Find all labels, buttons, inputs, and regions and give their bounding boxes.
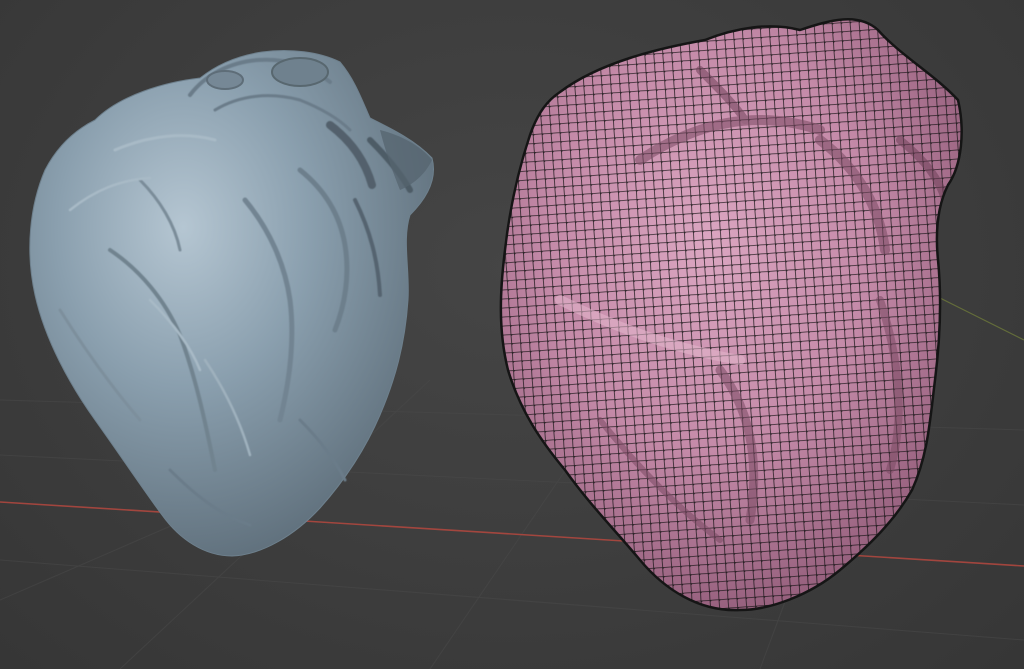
- heart-solid-model[interactable]: [29, 49, 434, 557]
- heart-solid-vessel-opening-2: [206, 70, 244, 90]
- heart-solid-vessel-opening: [271, 57, 329, 87]
- heart-wireframe-mesh: [500, 19, 962, 611]
- 3d-viewport[interactable]: [0, 0, 1024, 669]
- y-axis-line: [939, 297, 1024, 341]
- viewport-canvas[interactable]: [0, 0, 1024, 669]
- heart-solid-body[interactable]: [29, 49, 434, 557]
- heart-wireframe-model[interactable]: [480, 0, 1000, 640]
